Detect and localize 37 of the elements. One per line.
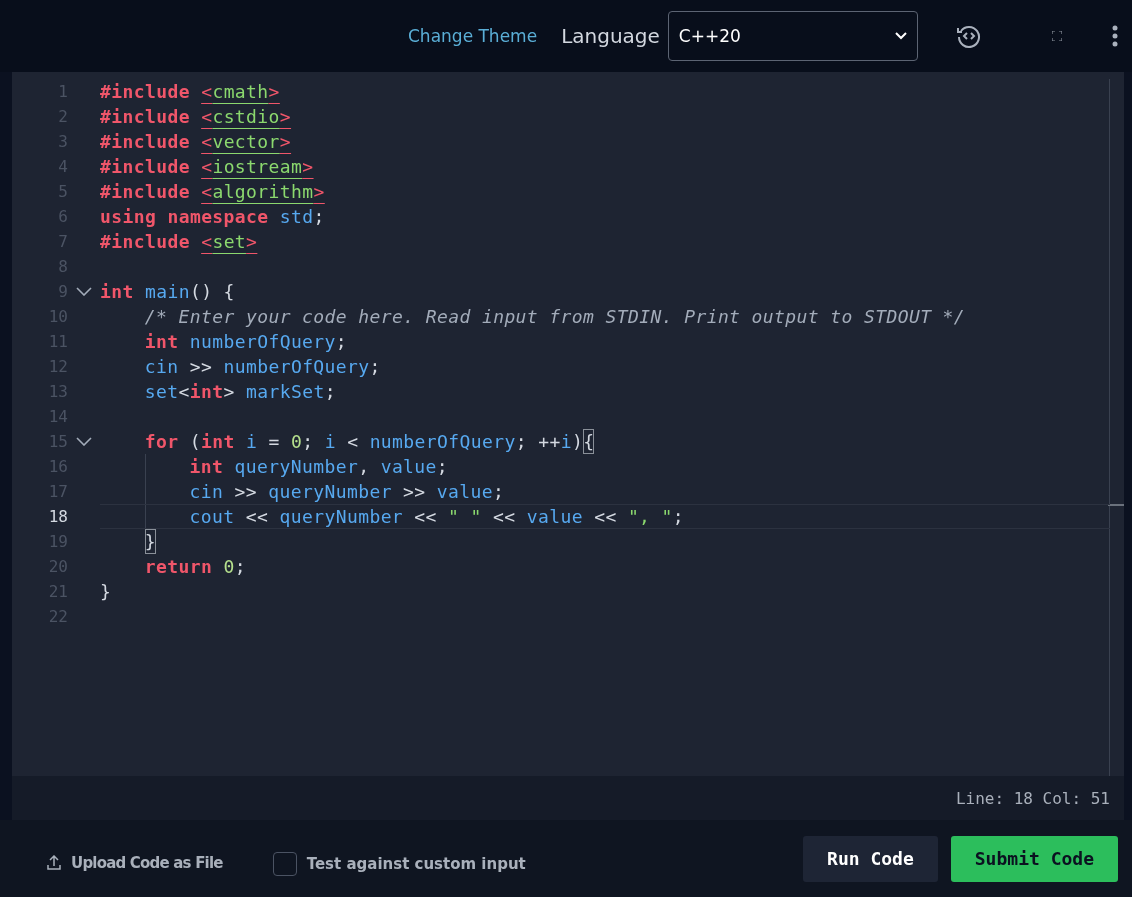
code-line: cin >> numberOfQuery; bbox=[143, 355, 381, 379]
code-line: return 0; bbox=[143, 555, 246, 579]
code-line: #include <algorithm> bbox=[100, 180, 325, 204]
more-vertical-icon[interactable] bbox=[1111, 25, 1118, 47]
upload-code-button[interactable]: Upload Code as File bbox=[47, 853, 223, 872]
code-line: /* Enter your code here. Read input from STDIN. Print output to STDOUT */ bbox=[143, 305, 966, 329]
fullscreen-icon[interactable] bbox=[1051, 31, 1062, 41]
code-line: for (int i = 0; i < numberOfQuery; ++i){ bbox=[143, 429, 595, 454]
code-line: #include <set> bbox=[100, 230, 258, 254]
history-code-icon[interactable] bbox=[955, 23, 982, 49]
custom-input-checkbox[interactable] bbox=[272, 851, 297, 876]
code-line: using namespace std; bbox=[100, 205, 325, 229]
submit-code-button[interactable]: Submit Code bbox=[950, 835, 1118, 882]
code-line: cin >> queryNumber >> value; bbox=[100, 479, 505, 504]
language-label: Language bbox=[561, 24, 660, 48]
change-theme-link[interactable]: Change Theme bbox=[408, 26, 538, 46]
code-line: int queryNumber, value; bbox=[100, 454, 449, 479]
custom-input-label: Test against custom input bbox=[306, 854, 526, 873]
code-line: } bbox=[143, 529, 157, 554]
code-line: #include <cstdio> bbox=[100, 105, 292, 129]
line-number: 18 bbox=[47, 507, 68, 526]
code-line: int numberOfQuery; bbox=[143, 330, 348, 354]
code-line: } bbox=[100, 580, 112, 604]
language-select[interactable]: C++20 bbox=[667, 11, 918, 61]
run-code-button[interactable]: Run Code bbox=[803, 835, 938, 882]
chevron-down-icon bbox=[894, 32, 907, 40]
code-line: int main() { bbox=[100, 280, 235, 304]
code-line: set<int> markSet; bbox=[143, 380, 336, 404]
cursor-position-marker bbox=[1108, 504, 1124, 506]
code-line: #include <iostream> bbox=[100, 155, 314, 179]
code-line: #include <vector> bbox=[100, 130, 292, 154]
code-line: #include <cmath> bbox=[100, 80, 280, 104]
code-line: cout << queryNumber << " " << value << ", "; bbox=[100, 504, 685, 529]
fold-chevron-icon[interactable] bbox=[76, 287, 92, 296]
cursor-position-text: Line: 18 Col: 51 bbox=[955, 788, 1110, 808]
upload-icon bbox=[47, 855, 61, 870]
fold-chevron-icon[interactable] bbox=[76, 437, 92, 446]
